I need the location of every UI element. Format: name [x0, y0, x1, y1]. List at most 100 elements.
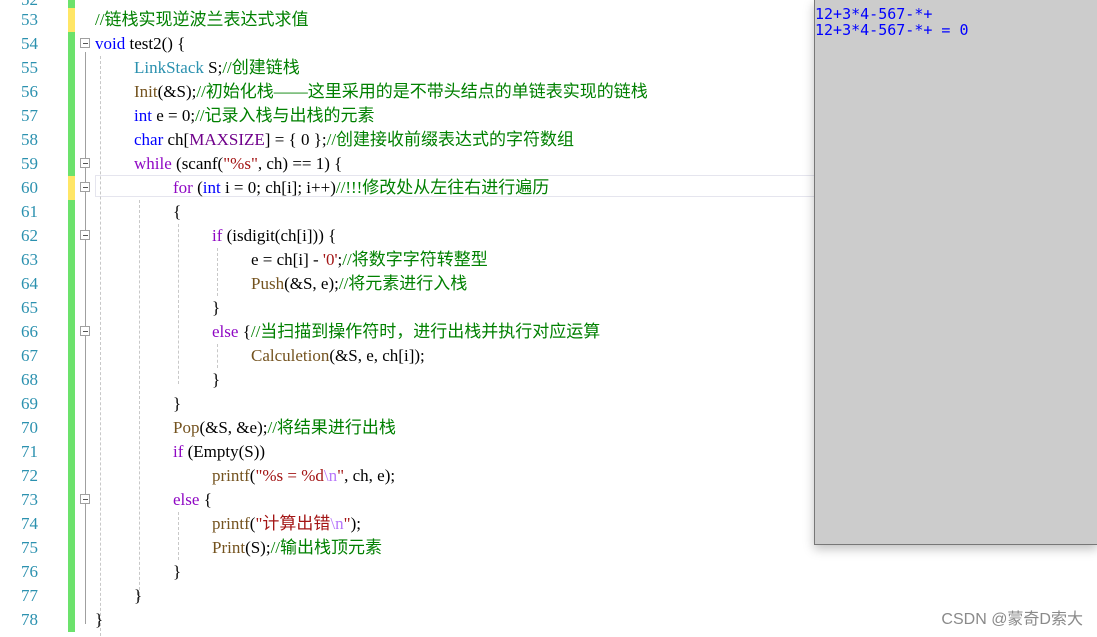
watermark: CSDN @蒙奇D索大 — [941, 611, 1083, 628]
line-number: 58 — [21, 130, 38, 149]
code-text: (scanf( — [171, 154, 224, 173]
code-text: test2() { — [125, 34, 186, 53]
comment: //输出栈顶元素 — [270, 538, 383, 557]
line-number: 63 — [21, 250, 38, 269]
comment: //将数字字符转整型 — [342, 250, 488, 269]
keyword: int — [202, 178, 221, 197]
code-text: (S); — [245, 538, 271, 557]
code-text: (&S); — [157, 82, 197, 101]
code-text: { — [173, 202, 182, 221]
line-number: 64 — [21, 274, 38, 293]
code-text: (&S, e, ch[i]); — [329, 346, 425, 365]
change-marker — [68, 224, 75, 248]
string: '0' — [322, 250, 338, 269]
line-number: 57 — [21, 106, 38, 125]
code-text: } — [95, 610, 104, 629]
code-text: { — [238, 322, 251, 341]
fold-toggle-icon[interactable] — [80, 230, 90, 240]
code-text: } — [173, 394, 182, 413]
code-text: (&S, e); — [284, 274, 339, 293]
code-text: } — [173, 562, 182, 581]
code-text: } — [212, 298, 221, 317]
comment: //将结果进行出栈 — [267, 418, 396, 437]
line-number: 53 — [21, 10, 38, 29]
code-text: { — [199, 490, 212, 509]
change-marker — [68, 8, 75, 32]
fold-toggle-icon[interactable] — [80, 158, 90, 168]
line-number: 74 — [21, 514, 38, 533]
console-window[interactable]: 12+3*4-567-*+ 12+3*4-567-*+ = 0 — [814, 0, 1097, 545]
comment: //当扫描到操作符时，进行出栈并执行对应运算 — [250, 322, 601, 341]
function-name: Calculetion — [251, 346, 330, 365]
fold-toggle-icon[interactable] — [80, 182, 90, 192]
escape-sequence: \n — [330, 514, 344, 533]
function-name: printf — [212, 514, 250, 533]
keyword: while — [134, 154, 172, 173]
comment: //将元素进行入栈 — [338, 274, 468, 293]
keyword: char — [134, 130, 164, 149]
comment: //!!!修改处从左往右进行遍历 — [335, 178, 550, 197]
code-text: , ch, e); — [344, 466, 396, 485]
console-output-line: 12+3*4-567-*+ — [815, 5, 933, 23]
change-marker — [68, 584, 75, 608]
fold-toggle-icon[interactable] — [80, 494, 90, 504]
change-marker — [68, 56, 75, 80]
code-text: (Empty(S)) — [183, 442, 266, 461]
comment: //链栈实现逆波兰表达式求值 — [95, 10, 309, 29]
code-text: ch[ — [163, 130, 190, 149]
string: "计算出错 — [255, 514, 331, 533]
code-text: } — [212, 370, 221, 389]
line-number: 59 — [21, 154, 38, 173]
code-text: ] = { 0 }; — [264, 130, 327, 149]
change-marker — [68, 296, 75, 320]
code-text: i = 0; ch[i]; i++) — [220, 178, 336, 197]
change-marker — [68, 464, 75, 488]
console-output-line: 12+3*4-567-*+ = 0 — [815, 21, 969, 39]
change-marker — [68, 536, 75, 560]
code-text: ); — [350, 514, 361, 533]
line-number: 56 — [21, 82, 38, 101]
change-marker — [68, 560, 75, 584]
change-marker — [68, 416, 75, 440]
macro: MAXSIZE — [189, 130, 265, 149]
line-number: 73 — [21, 490, 38, 509]
line-number: 69 — [21, 394, 38, 413]
code-text: e = 0; — [151, 106, 196, 125]
function-name: Init — [134, 82, 158, 101]
keyword: for — [173, 178, 193, 197]
code-text: S; — [203, 58, 223, 77]
change-marker — [68, 368, 75, 392]
line-number: 68 — [21, 370, 38, 389]
code-text: (isdigit(ch[i])) { — [222, 226, 337, 245]
function-name: Print — [212, 538, 246, 557]
line-number: 66 — [21, 322, 38, 341]
function-name: Pop — [173, 418, 200, 437]
change-marker — [68, 248, 75, 272]
keyword: else — [173, 490, 200, 509]
comment: //记录入栈与出栈的元素 — [195, 106, 375, 125]
line-number: 67 — [21, 346, 38, 365]
line-number: 76 — [21, 562, 38, 581]
change-marker — [68, 392, 75, 416]
comment: //创建链栈 — [222, 58, 300, 77]
code-text: } — [134, 586, 143, 605]
change-marker — [68, 512, 75, 536]
line-number: 55 — [21, 58, 38, 77]
keyword: if — [212, 226, 223, 245]
keyword: void — [95, 34, 126, 53]
keyword: if — [173, 442, 184, 461]
change-marker — [68, 344, 75, 368]
fold-toggle-icon[interactable] — [80, 326, 90, 336]
change-marker — [68, 440, 75, 464]
change-marker — [68, 608, 75, 632]
line-number: 61 — [21, 202, 38, 221]
line-number: 77 — [21, 586, 38, 605]
code-text: , ch) == 1) { — [257, 154, 343, 173]
code-text: ( — [192, 178, 203, 197]
line-number: 78 — [21, 610, 38, 629]
escape-sequence: \n — [323, 466, 338, 485]
fold-toggle-icon[interactable] — [80, 38, 90, 48]
string: "%s = %d — [255, 466, 324, 485]
line-number: 60 — [21, 178, 38, 197]
change-marker — [68, 128, 75, 152]
